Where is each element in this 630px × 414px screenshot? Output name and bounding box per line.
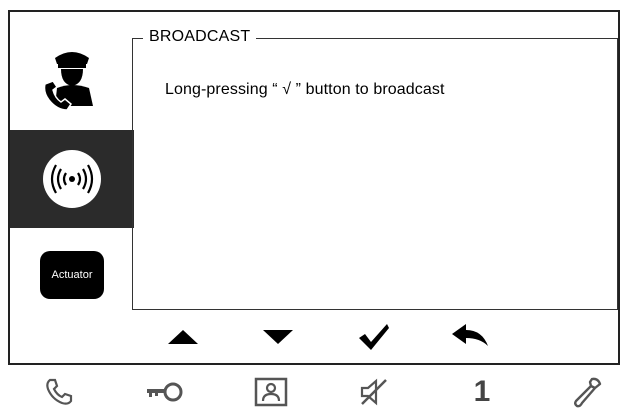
- sidebar: Actuator: [10, 12, 134, 363]
- mute-button[interactable]: [344, 370, 404, 414]
- settings-button[interactable]: [556, 370, 616, 414]
- digit-1-label: 1: [473, 375, 491, 408]
- back-arrow-icon: [452, 324, 488, 346]
- down-button[interactable]: [248, 312, 308, 362]
- nav-bar: [132, 312, 618, 362]
- phone-icon: [46, 378, 73, 405]
- guard-icon: [43, 52, 93, 111]
- broadcast-icon: [43, 150, 101, 208]
- monitor-icon: [254, 377, 288, 407]
- broadcast-instruction: Long-pressing “ √ ” button to broadcast: [165, 81, 445, 98]
- actuator-label: Actuator: [51, 269, 93, 281]
- confirm-button[interactable]: [344, 312, 404, 362]
- actuator-icon: Actuator: [40, 251, 104, 299]
- digit-button[interactable]: 1: [452, 370, 512, 414]
- screen-frame: Actuator BROADCAST Long-pressing “ √ ” b…: [8, 10, 620, 365]
- sidebar-item-guard-call[interactable]: [10, 30, 134, 128]
- triangle-down-icon: [263, 330, 293, 344]
- wrench-icon: [574, 377, 602, 408]
- up-button[interactable]: [153, 312, 213, 362]
- unlock-button[interactable]: [135, 370, 195, 414]
- bottom-bar: 1: [0, 370, 630, 414]
- sidebar-item-broadcast[interactable]: [10, 130, 134, 228]
- back-button[interactable]: [440, 312, 500, 362]
- panel-title: BROADCAST: [143, 28, 257, 46]
- checkmark-icon: [359, 324, 389, 350]
- monitor-button[interactable]: [241, 370, 301, 414]
- call-button[interactable]: [29, 370, 89, 414]
- mute-icon: [360, 378, 387, 406]
- key-icon: [147, 382, 183, 402]
- broadcast-panel: BROADCAST Long-pressing “ √ ” button to …: [132, 28, 618, 310]
- triangle-up-icon: [168, 330, 198, 344]
- sidebar-item-actuator[interactable]: Actuator: [10, 226, 134, 324]
